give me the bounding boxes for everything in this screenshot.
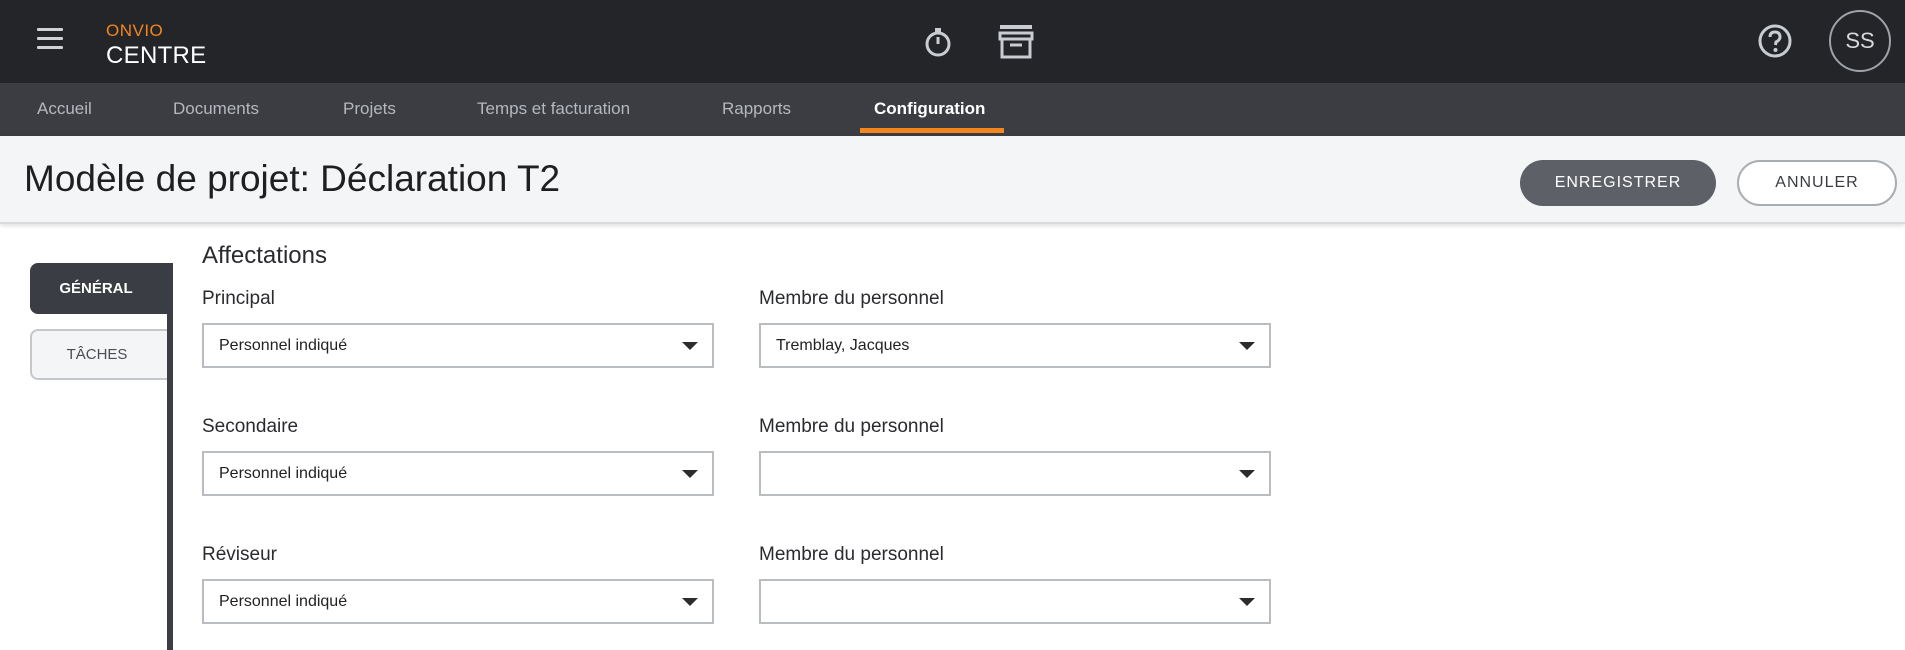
principal-staff-select[interactable]: Tremblay, Jacques: [759, 323, 1271, 368]
save-button[interactable]: ENREGISTRER: [1520, 160, 1716, 206]
reviseur-label: Réviseur: [202, 544, 277, 565]
brand-product: CENTRE: [106, 42, 207, 69]
secondaire-label: Secondaire: [202, 416, 299, 437]
nav-item-accueil[interactable]: Accueil: [37, 83, 92, 136]
principal-select-value: Personnel indiqué: [219, 337, 348, 354]
help-icon[interactable]: [1756, 22, 1794, 60]
reviseur-select-value: Personnel indiqué: [219, 593, 348, 610]
chevron-down-icon: [682, 598, 698, 606]
reviseur-select[interactable]: Personnel indiqué: [202, 579, 714, 624]
avatar[interactable]: SS: [1829, 10, 1891, 72]
chevron-down-icon: [682, 470, 698, 478]
principal-select[interactable]: Personnel indiqué: [202, 323, 714, 368]
principal-label: Principal: [202, 288, 275, 309]
tab-panel-border: [167, 263, 173, 650]
top-bar: ONVIO CENTRE SS: [0, 0, 1905, 83]
chevron-down-icon: [1239, 598, 1255, 606]
brand-name: ONVIO: [106, 21, 164, 40]
secondaire-staff-select[interactable]: [759, 451, 1271, 496]
section-title: Affectations: [202, 242, 327, 269]
nav-item-documents[interactable]: Documents: [173, 83, 259, 136]
chevron-down-icon: [682, 342, 698, 350]
page-title: Modèle de projet: Déclaration T2: [24, 158, 561, 199]
reviseur-staff-label: Membre du personnel: [759, 544, 944, 565]
tab-general[interactable]: GÉNÉRAL: [30, 263, 170, 314]
principal-staff-value: Tremblay, Jacques: [776, 337, 910, 354]
page-header: Modèle de projet: Déclaration T2 ENREGIS…: [0, 136, 1905, 224]
nav-item-projets[interactable]: Projets: [343, 83, 396, 136]
archive-icon[interactable]: [996, 22, 1036, 60]
secondaire-select[interactable]: Personnel indiqué: [202, 451, 714, 496]
active-nav-indicator: [860, 128, 1004, 133]
reviseur-staff-select[interactable]: [759, 579, 1271, 624]
cancel-button[interactable]: ANNULER: [1737, 160, 1897, 206]
tab-taches[interactable]: TÂCHES: [30, 329, 170, 380]
secondaire-select-value: Personnel indiqué: [219, 465, 348, 482]
nav-item-rapports[interactable]: Rapports: [722, 83, 791, 136]
chevron-down-icon: [1239, 470, 1255, 478]
principal-staff-label: Membre du personnel: [759, 288, 944, 309]
timer-icon[interactable]: [920, 24, 956, 60]
menu-icon[interactable]: [37, 28, 63, 50]
nav-item-temps-facturation[interactable]: Temps et facturation: [477, 83, 630, 136]
secondaire-staff-label: Membre du personnel: [759, 416, 944, 437]
chevron-down-icon: [1239, 342, 1255, 350]
